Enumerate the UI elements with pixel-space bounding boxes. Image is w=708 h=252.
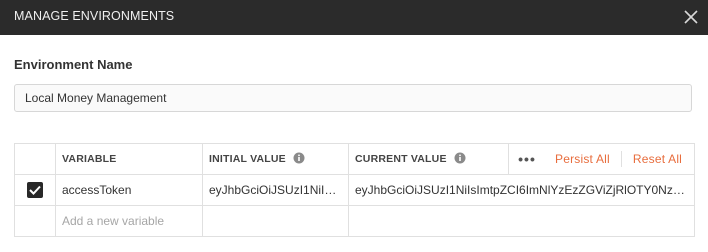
modal-title: MANAGE ENVIRONMENTS — [14, 9, 175, 23]
new-row-checkbox-cell — [14, 205, 56, 237]
new-variable-cell[interactable] — [55, 205, 203, 237]
variables-table: VARIABLE INITIAL VALUE CURRENT VALUE •••… — [14, 143, 695, 237]
variable-column-header: VARIABLE — [55, 143, 203, 175]
row-checkbox-cell — [14, 174, 56, 206]
modal-header: MANAGE ENVIRONMENTS — [0, 0, 708, 35]
reset-all-button[interactable]: Reset All — [620, 151, 693, 167]
current-value-cell[interactable]: eyJhbGciOiJSUzI1NiIsImtpZCI6ImNlYzEzZGVi… — [348, 174, 695, 206]
close-icon[interactable] — [680, 6, 702, 28]
table-row: accessToken eyJhbGciOiJSUzI1NiIsI... eyJ… — [14, 174, 695, 206]
row-enabled-checkbox[interactable] — [27, 182, 43, 198]
new-variable-input[interactable] — [62, 214, 196, 228]
info-icon[interactable] — [454, 152, 466, 167]
new-variable-row — [14, 205, 695, 237]
table-header-row: VARIABLE INITIAL VALUE CURRENT VALUE •••… — [14, 143, 695, 175]
persist-all-button[interactable]: Persist All — [545, 151, 621, 167]
more-actions-button[interactable]: ••• — [510, 151, 546, 167]
environment-name-label: Environment Name — [14, 57, 133, 72]
info-icon[interactable] — [293, 152, 305, 167]
actions-header: ••• Persist All Reset All — [508, 143, 695, 175]
checkbox-header — [14, 143, 56, 175]
initial-value-cell[interactable]: eyJhbGciOiJSUzI1NiIsI... — [202, 174, 349, 206]
environment-name-input[interactable] — [14, 84, 692, 112]
current-value-column-header: CURRENT VALUE — [348, 143, 509, 175]
new-initial-value-cell[interactable] — [202, 205, 349, 237]
new-current-value-cell[interactable] — [348, 205, 695, 237]
variable-name-cell[interactable]: accessToken — [55, 174, 203, 206]
initial-value-column-header: INITIAL VALUE — [202, 143, 349, 175]
